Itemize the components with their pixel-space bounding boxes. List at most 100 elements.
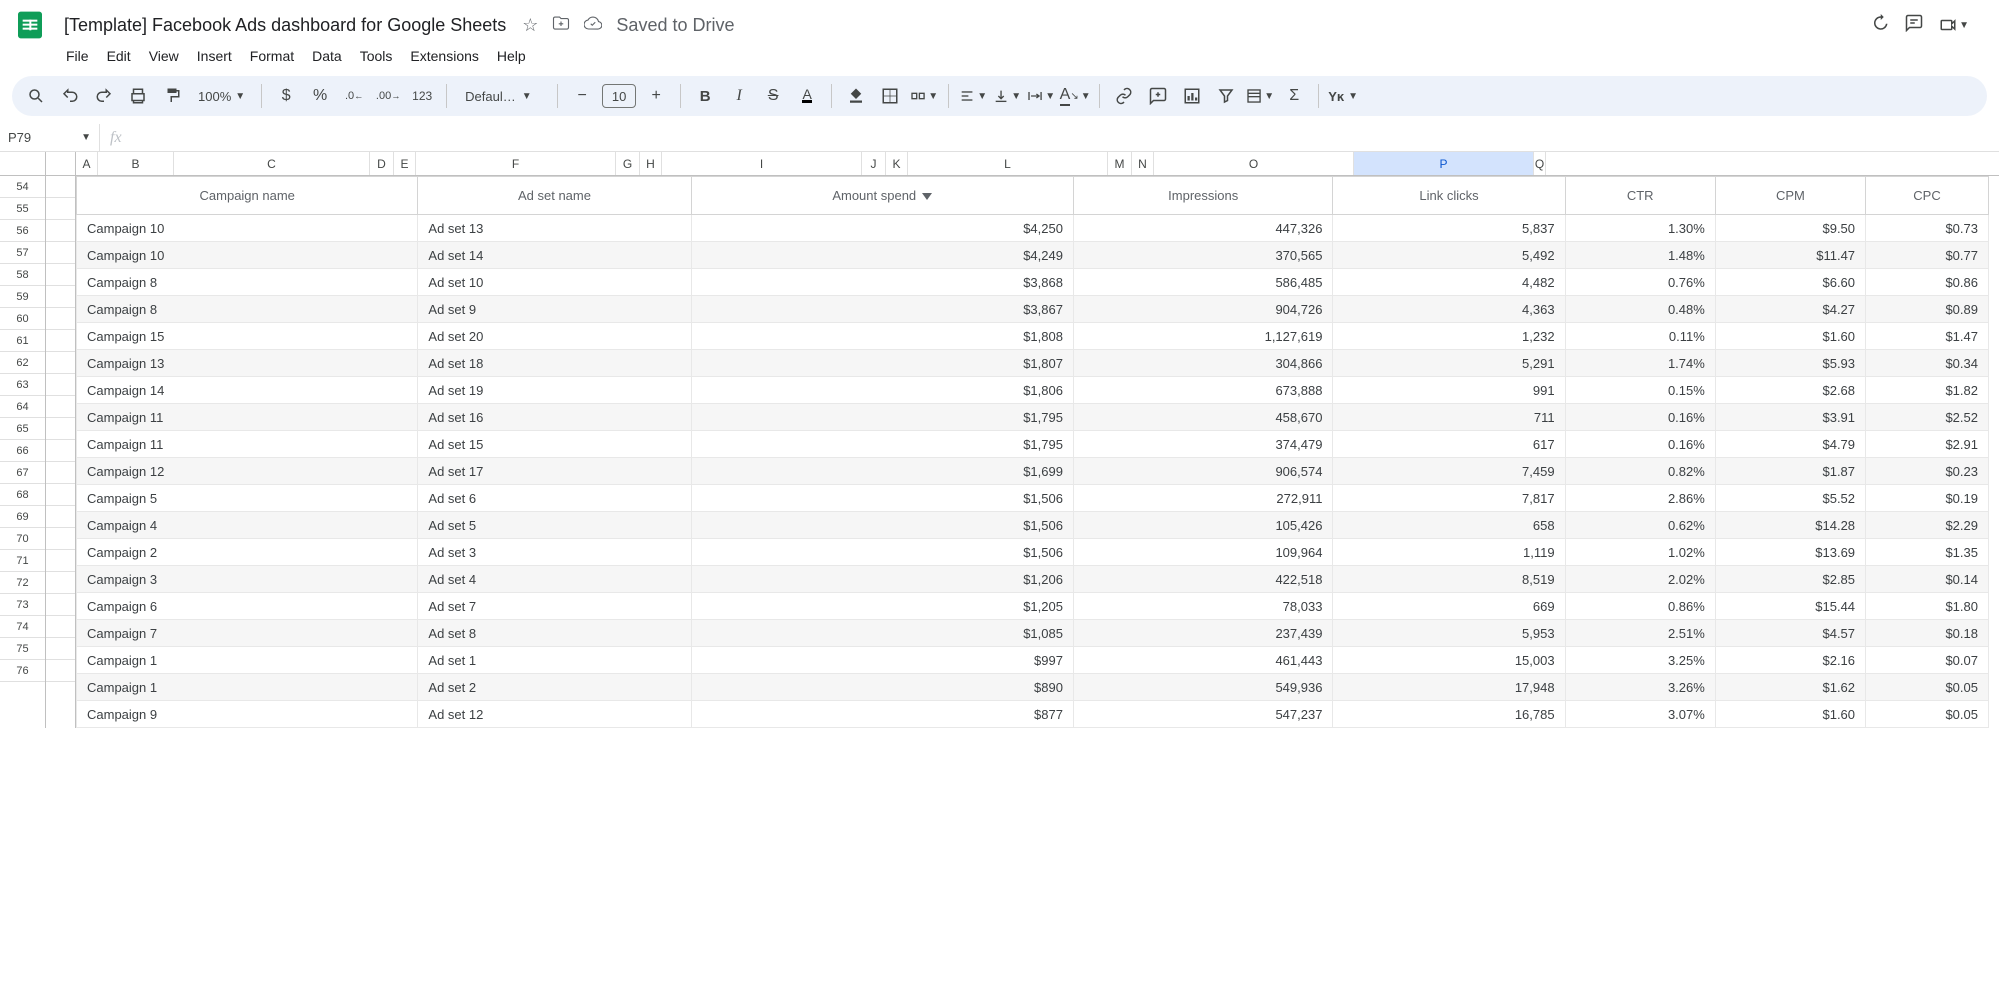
fill-color-icon[interactable] <box>842 82 870 110</box>
redo-icon[interactable] <box>90 82 118 110</box>
name-box[interactable]: P79▼ <box>0 124 100 151</box>
addon-icon[interactable]: Yĸ▼ <box>1329 82 1357 110</box>
table-row[interactable]: Campaign 15Ad set 20$1,8081,127,6191,232… <box>77 323 1989 350</box>
menu-edit[interactable]: Edit <box>99 44 139 68</box>
filter-icon[interactable] <box>1212 82 1240 110</box>
row-header-72[interactable]: 72 <box>0 572 45 594</box>
col-header-A[interactable]: A <box>76 152 98 175</box>
link-icon[interactable] <box>1110 82 1138 110</box>
row-header-73[interactable]: 73 <box>0 594 45 616</box>
row-header-68[interactable]: 68 <box>0 484 45 506</box>
row-header-56[interactable]: 56 <box>0 220 45 242</box>
table-row[interactable]: Campaign 11Ad set 15$1,795374,4796170.16… <box>77 431 1989 458</box>
cloud-icon[interactable] <box>584 14 602 37</box>
row-header-69[interactable]: 69 <box>0 506 45 528</box>
table-row[interactable]: Campaign 6Ad set 7$1,20578,0336690.86%$1… <box>77 593 1989 620</box>
col-header-B[interactable]: B <box>98 152 174 175</box>
functions-icon[interactable]: Σ <box>1280 82 1308 110</box>
sheets-logo[interactable] <box>10 5 50 45</box>
v-align-icon[interactable]: ▼ <box>993 82 1021 110</box>
header-ctr[interactable]: CTR <box>1565 177 1715 215</box>
row-header-74[interactable]: 74 <box>0 616 45 638</box>
h-align-icon[interactable]: ▼ <box>959 82 987 110</box>
row-header-65[interactable]: 65 <box>0 418 45 440</box>
table-row[interactable]: Campaign 8Ad set 9$3,867904,7264,3630.48… <box>77 296 1989 323</box>
header-cpc[interactable]: CPC <box>1866 177 1989 215</box>
paint-format-icon[interactable] <box>158 82 186 110</box>
row-header-64[interactable]: 64 <box>0 396 45 418</box>
row-header-66[interactable]: 66 <box>0 440 45 462</box>
row-header-63[interactable]: 63 <box>0 374 45 396</box>
menu-file[interactable]: File <box>58 44 97 68</box>
col-header-P[interactable]: P <box>1354 152 1534 175</box>
col-header-M[interactable]: M <box>1108 152 1132 175</box>
col-header-E[interactable]: E <box>394 152 416 175</box>
table-row[interactable]: Campaign 4Ad set 5$1,506105,4266580.62%$… <box>77 512 1989 539</box>
undo-icon[interactable] <box>56 82 84 110</box>
col-header-F[interactable]: F <box>416 152 616 175</box>
header-campaign-name[interactable]: Campaign name <box>77 177 418 215</box>
table-row[interactable]: Campaign 10Ad set 14$4,249370,5655,4921.… <box>77 242 1989 269</box>
row-header-67[interactable]: 67 <box>0 462 45 484</box>
header-link-clicks[interactable]: Link clicks <box>1333 177 1565 215</box>
text-color-icon[interactable]: A <box>793 82 821 110</box>
header-ad-set-name[interactable]: Ad set name <box>418 177 691 215</box>
history-icon[interactable] <box>1871 14 1889 37</box>
font-inc-icon[interactable]: + <box>642 82 670 110</box>
table-row[interactable]: Campaign 2Ad set 3$1,506109,9641,1191.02… <box>77 539 1989 566</box>
borders-icon[interactable] <box>876 82 904 110</box>
chart-icon[interactable] <box>1178 82 1206 110</box>
wrap-icon[interactable]: ▼ <box>1027 82 1055 110</box>
menu-help[interactable]: Help <box>489 44 534 68</box>
row-header-58[interactable]: 58 <box>0 264 45 286</box>
comments-icon[interactable] <box>1905 14 1923 37</box>
col-header-L[interactable]: L <box>908 152 1108 175</box>
select-all-corner[interactable] <box>0 152 46 175</box>
row-header-54[interactable]: 54 <box>0 176 45 198</box>
col-header-Q[interactable]: Q <box>1534 152 1546 175</box>
search-icon[interactable] <box>22 82 50 110</box>
menu-view[interactable]: View <box>141 44 187 68</box>
row-header-60[interactable]: 60 <box>0 308 45 330</box>
font-select[interactable]: Defaul…▼ <box>457 89 547 104</box>
table-row[interactable]: Campaign 10Ad set 13$4,250447,3265,8371.… <box>77 215 1989 242</box>
row-header-71[interactable]: 71 <box>0 550 45 572</box>
col-header-C[interactable]: C <box>174 152 370 175</box>
doc-title[interactable]: [Template] Facebook Ads dashboard for Go… <box>58 13 512 38</box>
rotate-icon[interactable]: A↘▼ <box>1061 82 1089 110</box>
col-header-I[interactable]: I <box>662 152 862 175</box>
header-amount-spend[interactable]: Amount spend <box>691 177 1073 215</box>
header-cpm[interactable]: CPM <box>1715 177 1865 215</box>
font-size-input[interactable] <box>602 84 636 108</box>
zoom-select[interactable]: 100%▼ <box>192 89 251 104</box>
strike-icon[interactable]: S <box>759 82 787 110</box>
menu-insert[interactable]: Insert <box>189 44 240 68</box>
col-header-H[interactable]: H <box>640 152 662 175</box>
row-header-55[interactable]: 55 <box>0 198 45 220</box>
table-row[interactable]: Campaign 14Ad set 19$1,806673,8889910.15… <box>77 377 1989 404</box>
dec-decrease-icon[interactable]: .0← <box>340 82 368 110</box>
menu-tools[interactable]: Tools <box>352 44 401 68</box>
table-row[interactable]: Campaign 7Ad set 8$1,085237,4395,9532.51… <box>77 620 1989 647</box>
menu-data[interactable]: Data <box>304 44 350 68</box>
font-dec-icon[interactable]: − <box>568 82 596 110</box>
table-row[interactable]: Campaign 9Ad set 12$877547,23716,7853.07… <box>77 701 1989 728</box>
col-header-K[interactable]: K <box>886 152 908 175</box>
star-icon[interactable]: ☆ <box>522 15 538 36</box>
dec-increase-icon[interactable]: .00→ <box>374 82 402 110</box>
comment-add-icon[interactable] <box>1144 82 1172 110</box>
table-row[interactable]: Campaign 1Ad set 1$997461,44315,0033.25%… <box>77 647 1989 674</box>
more-formats-icon[interactable]: 123 <box>408 82 436 110</box>
formula-bar[interactable] <box>132 124 1999 151</box>
col-header-D[interactable]: D <box>370 152 394 175</box>
meet-icon[interactable]: ▼ <box>1939 16 1969 34</box>
row-header-70[interactable]: 70 <box>0 528 45 550</box>
print-icon[interactable] <box>124 82 152 110</box>
move-icon[interactable] <box>552 14 570 37</box>
italic-icon[interactable]: I <box>725 82 753 110</box>
row-header-76[interactable]: 76 <box>0 660 45 682</box>
percent-icon[interactable]: % <box>306 82 334 110</box>
table-row[interactable]: Campaign 12Ad set 17$1,699906,5747,4590.… <box>77 458 1989 485</box>
col-header-G[interactable]: G <box>616 152 640 175</box>
row-header-62[interactable]: 62 <box>0 352 45 374</box>
